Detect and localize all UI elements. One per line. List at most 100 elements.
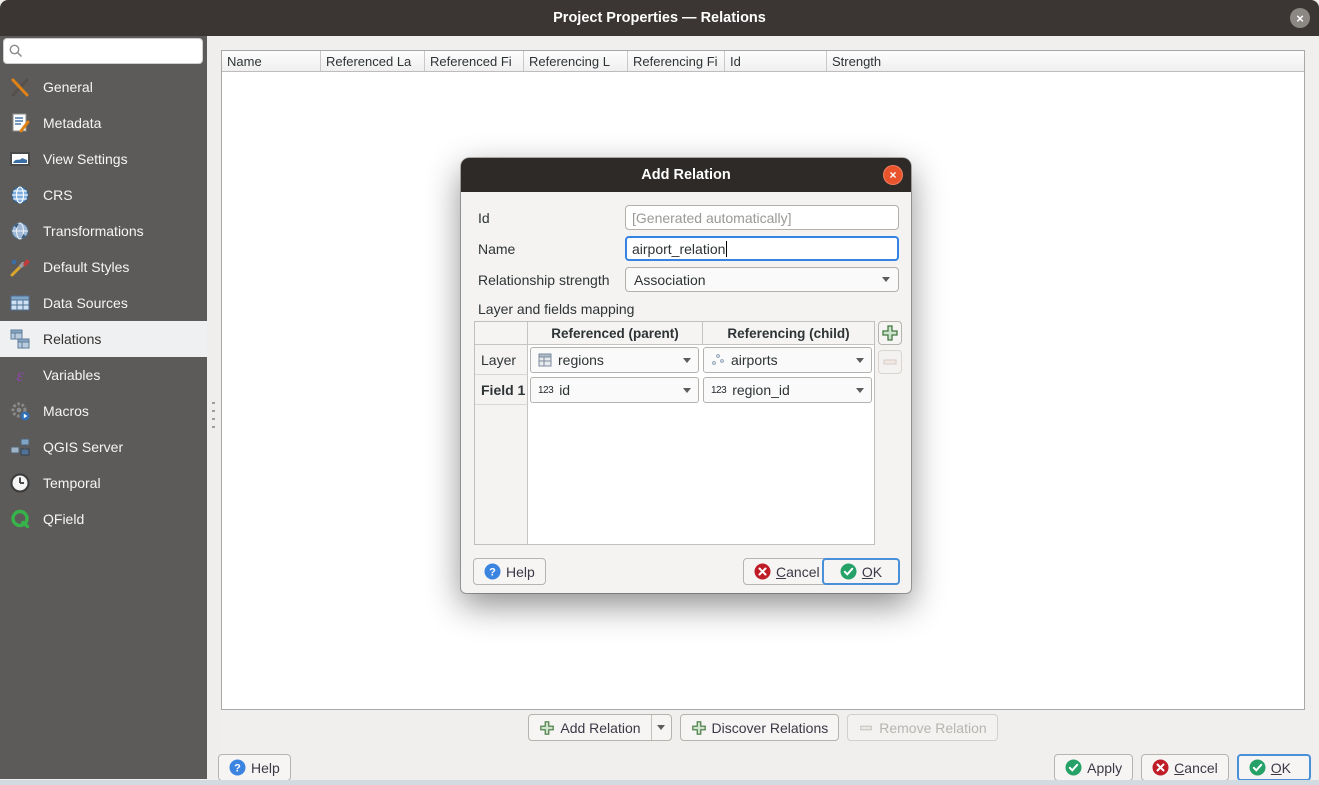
sidebar-item-metadata[interactable]: Metadata: [0, 105, 207, 141]
column-header-referenced-field[interactable]: Referenced Fi: [425, 51, 524, 71]
chevron-down-icon: [882, 277, 890, 282]
sidebar-item-variables[interactable]: ε Variables: [0, 357, 207, 393]
tools-icon: [8, 75, 32, 99]
sidebar-splitter[interactable]: [207, 36, 221, 779]
window-bottom-edge: [0, 780, 1319, 785]
network-server-icon: [8, 435, 32, 459]
relations-table-header: Name Referenced La Referenced Fi Referen…: [222, 51, 1304, 72]
chevron-down-icon: [683, 358, 691, 363]
chevron-down-icon: [856, 388, 864, 393]
qfield-logo-icon: [8, 507, 32, 531]
check-icon: [840, 563, 857, 580]
mapping-filler-label-column: [475, 405, 528, 544]
help-button[interactable]: ? Help: [218, 754, 291, 781]
window-close-button[interactable]: ×: [1290, 8, 1310, 28]
sidebar-search-input[interactable]: [3, 38, 203, 64]
table-icon: [8, 291, 32, 315]
referenced-layer-select[interactable]: regions: [530, 347, 699, 373]
chevron-down-icon: [657, 725, 665, 730]
relationship-strength-select[interactable]: Association: [625, 267, 899, 292]
cancel-icon: [1152, 759, 1169, 776]
epsilon-icon: ε: [8, 363, 32, 387]
layer-fields-mapping-table: Referenced (parent) Referencing (child) …: [474, 321, 875, 545]
remove-field-mapping-button: [878, 350, 902, 374]
sidebar-item-qgis-server[interactable]: QGIS Server: [0, 429, 207, 465]
globe-icon: [8, 183, 32, 207]
sidebar-item-crs[interactable]: CRS: [0, 177, 207, 213]
ok-button[interactable]: OK: [1237, 754, 1311, 781]
plus-icon: [539, 720, 555, 736]
name-label: Name: [478, 236, 515, 261]
referencing-field-select[interactable]: 123 region_id: [703, 377, 872, 403]
mapping-filler-area: [528, 405, 874, 544]
id-field[interactable]: [625, 205, 899, 230]
mapping-header-child: Referencing (child): [703, 322, 874, 344]
mapping-header-parent: Referenced (parent): [528, 322, 703, 344]
search-icon: [8, 43, 24, 59]
column-header-strength[interactable]: Strength: [827, 51, 1304, 71]
sidebar-item-relations[interactable]: Relations: [0, 321, 207, 357]
cancel-icon: [754, 563, 771, 580]
mapping-row-field1-label: Field 1: [475, 375, 528, 405]
referencing-layer-select[interactable]: airports: [703, 347, 872, 373]
apply-button[interactable]: Apply: [1054, 754, 1133, 781]
column-header-referencing-layer[interactable]: Referencing L: [524, 51, 628, 71]
monitor-map-icon: [8, 147, 32, 171]
window-titlebar: Project Properties — Relations ×: [0, 0, 1319, 36]
mapping-section-label: Layer and fields mapping: [478, 296, 634, 321]
cancel-button[interactable]: Cancel: [1141, 754, 1229, 781]
sidebar-item-macros[interactable]: Macros: [0, 393, 207, 429]
sidebar-item-temporal[interactable]: Temporal: [0, 465, 207, 501]
svg-text:?: ?: [234, 762, 241, 774]
name-field[interactable]: airport_relation: [625, 236, 899, 261]
dialog-titlebar: Add Relation ×: [461, 158, 911, 192]
window-title: Project Properties — Relations: [553, 10, 766, 26]
column-header-referenced-layer[interactable]: Referenced La: [321, 51, 425, 71]
relationship-strength-label: Relationship strength: [478, 267, 610, 292]
sidebar-item-general[interactable]: General: [0, 69, 207, 105]
column-header-id[interactable]: Id: [725, 51, 827, 71]
add-relation-dropdown-toggle[interactable]: [651, 715, 671, 740]
sidebar-item-default-styles[interactable]: Default Styles: [0, 249, 207, 285]
gear-play-icon: [8, 399, 32, 423]
sidebar-item-view-settings[interactable]: View Settings: [0, 141, 207, 177]
paintbrush-icon: [8, 255, 32, 279]
integer-field-icon: 123: [711, 385, 726, 396]
column-header-referencing-field[interactable]: Referencing Fi: [628, 51, 725, 71]
check-icon: [1249, 759, 1266, 776]
point-layer-icon: [711, 353, 725, 367]
clock-icon: [8, 471, 32, 495]
dialog-close-button[interactable]: ×: [883, 165, 903, 185]
splitter-handle[interactable]: [212, 402, 215, 430]
add-relation-split-button: Add Relation: [528, 714, 671, 741]
dialog-cancel-button[interactable]: Cancel: [743, 558, 831, 585]
id-label: Id: [478, 205, 490, 230]
svg-text:?: ?: [489, 566, 496, 578]
sidebar-item-qfield[interactable]: QField: [0, 501, 207, 537]
table-layer-icon: [538, 353, 552, 367]
dialog-help-button[interactable]: ? Help: [473, 558, 546, 585]
referenced-field-select[interactable]: 123 id: [530, 377, 699, 403]
minus-icon: [858, 720, 874, 736]
dialog-ok-button[interactable]: OK: [822, 558, 900, 585]
chevron-down-icon: [683, 388, 691, 393]
remove-relation-button: Remove Relation: [847, 714, 997, 741]
add-relation-dialog: Add Relation × Id Name airport_relation …: [461, 158, 911, 593]
help-icon: ?: [484, 563, 501, 580]
sidebar-item-data-sources[interactable]: Data Sources: [0, 285, 207, 321]
add-field-mapping-button[interactable]: [878, 321, 902, 345]
svg-text:ε: ε: [16, 365, 24, 385]
chevron-down-icon: [856, 358, 864, 363]
sidebar-item-transformations[interactable]: Transformations: [0, 213, 207, 249]
add-relation-button[interactable]: Add Relation: [529, 715, 650, 740]
globe-transform-icon: [8, 219, 32, 243]
help-icon: ?: [229, 759, 246, 776]
mapping-header-empty: [475, 322, 528, 344]
metadata-icon: [8, 111, 32, 135]
linked-tables-icon: [8, 327, 32, 351]
plus-icon: [691, 720, 707, 736]
discover-relations-button[interactable]: Discover Relations: [680, 714, 840, 741]
column-header-name[interactable]: Name: [222, 51, 321, 71]
plus-icon: [881, 324, 899, 342]
settings-sidebar: General Metadata View Settings CRS Trans…: [0, 36, 207, 779]
